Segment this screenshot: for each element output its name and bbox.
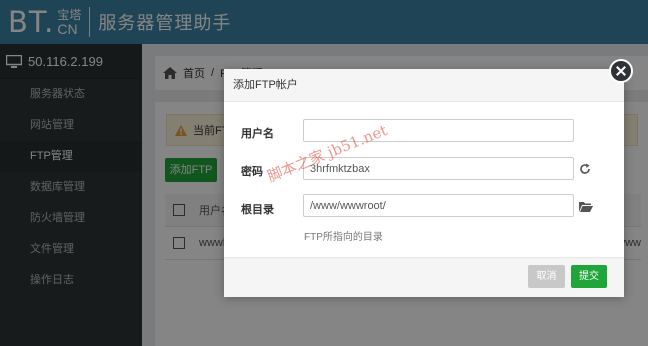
cancel-button[interactable]: 取消 [528,265,565,288]
password-label: 密码 [241,166,263,178]
rootdir-help: FTP所指向的目录 [304,232,383,243]
password-input[interactable] [303,157,574,180]
rootdir-input[interactable] [303,194,574,217]
add-ftp-dialog: 添加FTP帐户 用户名 密码 根目录 FTP所指向的目录 脚本之家 jb51.n… [224,69,624,297]
dialog-footer: 取消 提交 [224,257,624,297]
refresh-icon[interactable] [579,163,591,175]
rootdir-label: 根目录 [241,204,274,216]
close-icon[interactable] [609,59,633,83]
folder-open-icon[interactable] [579,201,593,212]
dialog-title: 添加FTP帐户 [224,69,624,102]
submit-button[interactable]: 提交 [571,265,607,288]
username-label: 用户名 [241,128,274,140]
